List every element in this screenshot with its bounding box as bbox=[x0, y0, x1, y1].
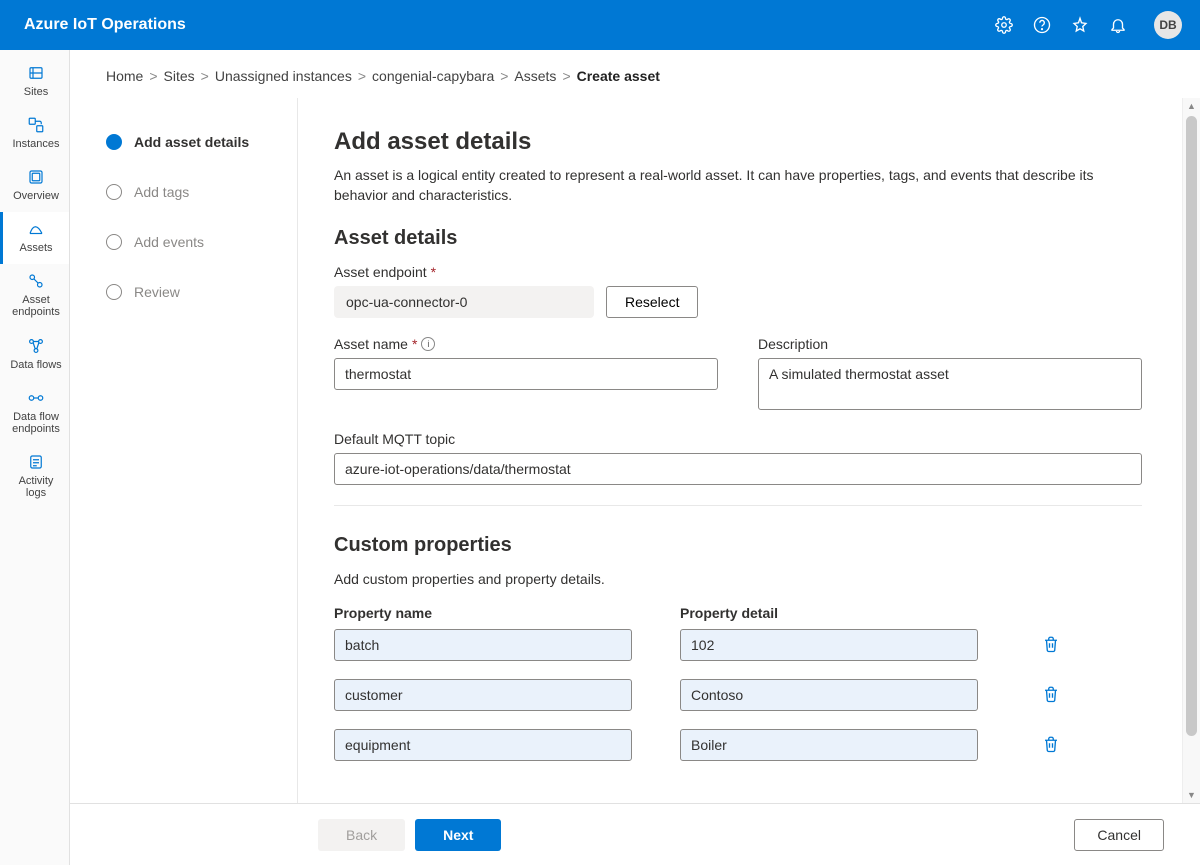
cancel-button[interactable]: Cancel bbox=[1074, 819, 1164, 851]
reselect-button[interactable]: Reselect bbox=[606, 286, 698, 318]
back-button: Back bbox=[318, 819, 405, 851]
settings-icon[interactable] bbox=[994, 15, 1014, 35]
help-icon[interactable] bbox=[1032, 15, 1052, 35]
rail-item-assets[interactable]: Assets bbox=[0, 212, 69, 264]
rail-item-data-flow-endpoints[interactable]: Data flow endpoints bbox=[0, 381, 69, 445]
property-row bbox=[334, 679, 1142, 711]
feedback-icon[interactable] bbox=[1070, 15, 1090, 35]
page-intro: An asset is a logical entity created to … bbox=[334, 166, 1142, 205]
rail-label: Sites bbox=[24, 86, 48, 98]
asset-endpoint-label: Asset endpoint * bbox=[334, 264, 1142, 280]
delete-property-button[interactable] bbox=[1042, 735, 1062, 755]
rail-item-data-flows[interactable]: Data flows bbox=[0, 329, 69, 381]
breadcrumb-assets[interactable]: Assets bbox=[514, 68, 556, 84]
step-review[interactable]: Review bbox=[106, 284, 277, 300]
property-detail-input[interactable] bbox=[680, 629, 978, 661]
step-label: Add events bbox=[134, 234, 204, 250]
rail-item-asset-endpoints[interactable]: Asset endpoints bbox=[0, 264, 69, 328]
scroll-up-icon[interactable]: ▲ bbox=[1183, 98, 1200, 114]
rail-label: Overview bbox=[13, 190, 59, 202]
custom-properties-sub: Add custom properties and property detai… bbox=[334, 571, 1142, 587]
property-name-header: Property name bbox=[334, 605, 632, 621]
step-add-tags[interactable]: Add tags bbox=[106, 184, 277, 200]
property-name-input[interactable] bbox=[334, 679, 632, 711]
property-detail-input[interactable] bbox=[680, 679, 978, 711]
left-rail: Sites Instances Overview Assets Asset en… bbox=[0, 50, 70, 865]
breadcrumb: Home > Sites > Unassigned instances > co… bbox=[70, 50, 1200, 98]
step-indicator-icon bbox=[106, 234, 122, 250]
rail-label: Activity logs bbox=[7, 475, 65, 499]
notifications-icon[interactable] bbox=[1108, 15, 1128, 35]
required-marker: * bbox=[431, 264, 436, 280]
asset-details-heading: Asset details bbox=[334, 227, 1142, 250]
description-input[interactable]: A simulated thermostat asset bbox=[758, 358, 1142, 410]
step-label: Add tags bbox=[134, 184, 189, 200]
property-detail-header: Property detail bbox=[680, 605, 978, 621]
default-mqtt-input[interactable] bbox=[334, 453, 1142, 485]
form-scroll-area: Add asset details An asset is a logical … bbox=[298, 98, 1200, 803]
user-avatar[interactable]: DB bbox=[1154, 11, 1182, 39]
rail-item-instances[interactable]: Instances bbox=[0, 108, 69, 160]
rail-label: Asset endpoints bbox=[7, 294, 65, 318]
breadcrumb-home[interactable]: Home bbox=[106, 68, 143, 84]
required-marker: * bbox=[412, 336, 417, 352]
footer-bar: Back Next Cancel bbox=[70, 803, 1200, 865]
rail-label: Data flow endpoints bbox=[7, 411, 65, 435]
breadcrumb-sep: > bbox=[500, 68, 508, 84]
breadcrumb-instance[interactable]: congenial-capybara bbox=[372, 68, 494, 84]
rail-item-overview[interactable]: Overview bbox=[0, 160, 69, 212]
property-name-input[interactable] bbox=[334, 629, 632, 661]
breadcrumb-sites[interactable]: Sites bbox=[164, 68, 195, 84]
scroll-thumb[interactable] bbox=[1186, 116, 1197, 736]
rail-label: Assets bbox=[19, 242, 52, 254]
step-indicator-icon bbox=[106, 184, 122, 200]
property-headers: Property name Property detail bbox=[334, 605, 1142, 621]
breadcrumb-sep: > bbox=[562, 68, 570, 84]
section-divider bbox=[334, 505, 1142, 506]
asset-name-label: Asset name * i bbox=[334, 336, 718, 352]
rail-label: Data flows bbox=[10, 359, 61, 371]
default-mqtt-label: Default MQTT topic bbox=[334, 431, 1142, 447]
asset-name-input[interactable] bbox=[334, 358, 718, 390]
step-label: Add asset details bbox=[134, 134, 249, 150]
step-add-asset-details[interactable]: Add asset details bbox=[106, 134, 277, 150]
rail-item-activity-logs[interactable]: Activity logs bbox=[0, 445, 69, 509]
page-title: Add asset details bbox=[334, 128, 1142, 156]
rail-label: Instances bbox=[12, 138, 59, 150]
breadcrumb-sep: > bbox=[201, 68, 209, 84]
scrollbar[interactable]: ▲ ▼ bbox=[1182, 98, 1200, 803]
step-add-events[interactable]: Add events bbox=[106, 234, 277, 250]
scroll-down-icon[interactable]: ▼ bbox=[1183, 787, 1200, 803]
next-button[interactable]: Next bbox=[415, 819, 501, 851]
breadcrumb-sep: > bbox=[358, 68, 366, 84]
app-title: Azure IoT Operations bbox=[24, 16, 994, 34]
top-header: Azure IoT Operations DB bbox=[0, 0, 1200, 50]
step-indicator-icon bbox=[106, 284, 122, 300]
property-row bbox=[334, 729, 1142, 761]
breadcrumb-unassigned[interactable]: Unassigned instances bbox=[215, 68, 352, 84]
description-label: Description bbox=[758, 336, 1142, 352]
delete-property-button[interactable] bbox=[1042, 685, 1062, 705]
info-icon[interactable]: i bbox=[421, 337, 435, 351]
property-detail-input[interactable] bbox=[680, 729, 978, 761]
property-row bbox=[334, 629, 1142, 661]
asset-endpoint-value: opc-ua-connector-0 bbox=[334, 286, 594, 318]
breadcrumb-current: Create asset bbox=[577, 68, 660, 84]
rail-item-sites[interactable]: Sites bbox=[0, 56, 69, 108]
step-label: Review bbox=[134, 284, 180, 300]
breadcrumb-sep: > bbox=[149, 68, 157, 84]
delete-property-button[interactable] bbox=[1042, 635, 1062, 655]
header-actions: DB bbox=[994, 11, 1182, 39]
property-name-input[interactable] bbox=[334, 729, 632, 761]
wizard-steps: Add asset details Add tags Add events Re… bbox=[70, 98, 298, 803]
step-indicator-icon bbox=[106, 134, 122, 150]
custom-properties-heading: Custom properties bbox=[334, 534, 1142, 557]
